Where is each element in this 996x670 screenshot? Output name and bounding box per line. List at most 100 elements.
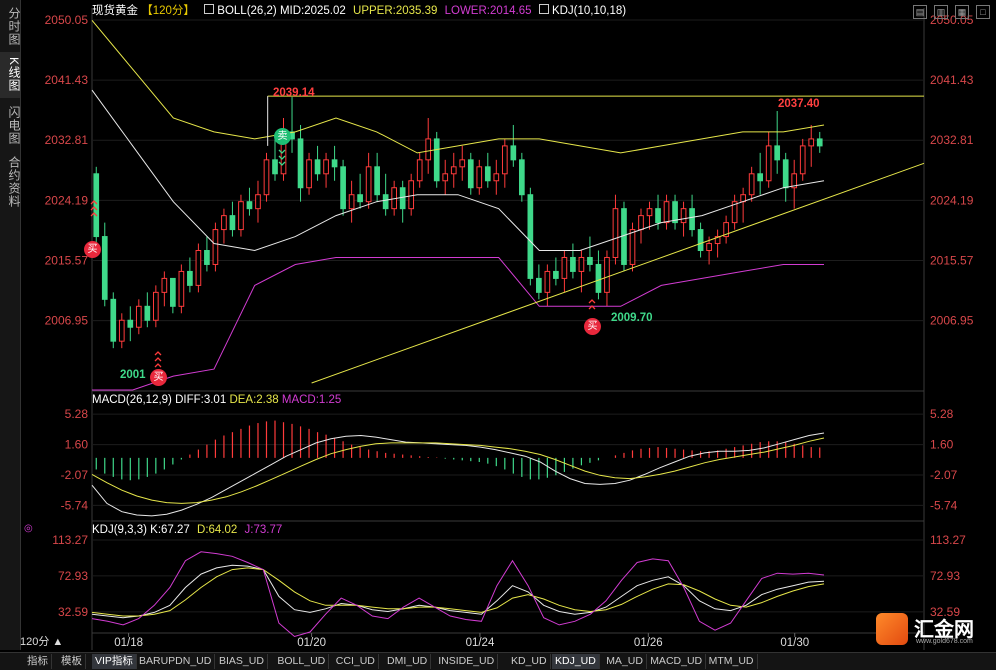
window-controls: ▤ ▥ ▦ □	[906, 2, 990, 20]
y-tick-label-left: 5.28	[65, 407, 89, 421]
candle	[187, 270, 193, 286]
period-button[interactable]: 120分 ▲	[20, 634, 82, 650]
candle	[518, 159, 525, 196]
logo-url: www.gold678.com	[916, 638, 973, 645]
y-tick-label-left: 32.59	[58, 605, 88, 619]
y-tick-label-left: 2050.05	[45, 13, 89, 27]
y-tick-label-right: 113.27	[930, 533, 966, 547]
buy-signal-badge[interactable]: 买	[150, 369, 167, 386]
candle	[255, 194, 261, 210]
candle	[646, 208, 653, 217]
y-tick-label-left: 72.93	[58, 569, 88, 583]
kdj-j: J:73.77	[244, 524, 283, 536]
candle	[272, 159, 278, 175]
boll-label: BOLL(26,2)	[217, 5, 277, 17]
y-tick-label-right: 2024.19	[930, 193, 974, 207]
candle	[510, 145, 517, 161]
menu-icon[interactable]: ▤	[913, 5, 927, 19]
kdj-checkbox-icon[interactable]	[538, 4, 549, 14]
y-tick-label-right: -2.07	[930, 468, 958, 482]
x-tick-label: 01/18	[114, 637, 143, 649]
high-price-label: 2039.14	[273, 87, 315, 99]
candle	[331, 159, 338, 168]
candle	[161, 277, 168, 293]
buy-signal-badge[interactable]: 买	[584, 318, 601, 335]
candle	[101, 236, 108, 300]
low2-price-label: 2001	[120, 369, 146, 381]
tab-macd-ud[interactable]: MACD_UD	[647, 654, 707, 669]
y-tick-label-left: 1.60	[65, 438, 89, 452]
candle	[314, 159, 321, 175]
grid-icon[interactable]: ▦	[955, 5, 969, 19]
tab-cci-ud[interactable]: CCI_UD	[333, 654, 379, 669]
candle	[152, 291, 159, 321]
candle	[629, 229, 636, 265]
candle	[425, 138, 432, 161]
candle	[808, 138, 815, 147]
candle	[638, 215, 644, 231]
tab-bias-ud[interactable]: BIAS_UD	[216, 654, 268, 669]
candle	[442, 173, 449, 182]
macd-value: MACD:1.25	[281, 394, 342, 406]
x-tick-label: 01/26	[634, 637, 663, 649]
y-tick-label-left: -2.07	[61, 468, 89, 482]
tab-inside-ud[interactable]: INSIDE_UD	[435, 654, 499, 669]
candle	[170, 277, 176, 307]
tab-kd-ud[interactable]: KD_UD	[508, 654, 551, 669]
boll-checkbox-icon[interactable]	[204, 4, 215, 14]
sell-signal-badge[interactable]: 卖	[274, 128, 291, 145]
candle	[221, 215, 227, 231]
x-tick-label: 01/24	[466, 637, 495, 649]
candle	[365, 166, 372, 203]
tab-mtm-ud[interactable]: MTM_UD	[706, 654, 758, 669]
candle	[212, 229, 219, 265]
candle	[757, 173, 764, 182]
boll-mid: MID:2025.02	[279, 5, 346, 17]
tab-vip-[interactable]: VIP指标	[92, 654, 137, 669]
candle	[450, 166, 457, 175]
candle	[357, 194, 363, 203]
candle	[561, 256, 568, 279]
candle	[578, 256, 585, 272]
split-icon[interactable]: ▥	[934, 5, 948, 19]
indicator-tab-bar: 指标 模板 VIP指标 BARUPDN_UD BIAS_UD BOLL_UD CCI_UD D…	[0, 652, 996, 670]
tab--[interactable]: 指标	[24, 654, 52, 669]
candle	[604, 256, 610, 293]
boll-mid-line	[91, 89, 825, 252]
candle	[544, 270, 551, 293]
candle	[229, 215, 236, 231]
j-line	[91, 551, 825, 638]
tab-dmi-ud[interactable]: DMI_UD	[384, 654, 432, 669]
maximize-icon[interactable]: □	[976, 5, 990, 19]
kdj-title: KDJ(9,3,3)	[92, 524, 147, 536]
candle	[706, 243, 712, 252]
macd-chart	[91, 420, 825, 517]
candle	[655, 208, 661, 224]
y-tick-label-right: 1.60	[930, 438, 954, 452]
y-tick-label-left: 113.27	[52, 533, 88, 547]
x-tick-label: 01/30	[780, 637, 809, 649]
low-price-label: 2009.70	[611, 312, 653, 324]
tab-barupdn-ud[interactable]: BARUPDN_UD	[136, 654, 216, 669]
macd-title: MACD(26,12,9)	[92, 394, 172, 406]
y-tick-label-left: 2006.95	[45, 314, 89, 328]
target-icon[interactable]: ◎	[24, 524, 34, 534]
tab--[interactable]: 模板	[58, 654, 86, 669]
candle	[799, 145, 806, 175]
tab-ma-ud[interactable]: MA_UD	[603, 654, 647, 669]
candle	[246, 201, 253, 210]
candle	[748, 173, 755, 196]
candle	[416, 159, 423, 182]
symbol-name: 现货黄金	[92, 5, 138, 17]
y-tick-label-left: -5.74	[61, 498, 89, 512]
y-tick-label-right: -5.74	[930, 498, 958, 512]
y-tick-label-left: 2015.57	[45, 253, 89, 267]
tab-boll-ud[interactable]: BOLL_UD	[274, 654, 330, 669]
main-header: 现货黄金 【120分】 BOLL(26,2) MID:2025.02 UPPER…	[92, 2, 626, 18]
kdj-header: KDJ(9,3,3) K:67.27 D:64.02 J:73.77	[92, 524, 282, 536]
candle	[553, 270, 559, 279]
chart-area[interactable]: 2050.05 2050.052041.43 2041.432032.81 2032.…	[0, 0, 996, 652]
candle	[374, 166, 380, 196]
buy-signal-badge[interactable]: 买	[84, 241, 101, 258]
tab-kdj-ud[interactable]: KDJ_UD	[552, 654, 600, 669]
